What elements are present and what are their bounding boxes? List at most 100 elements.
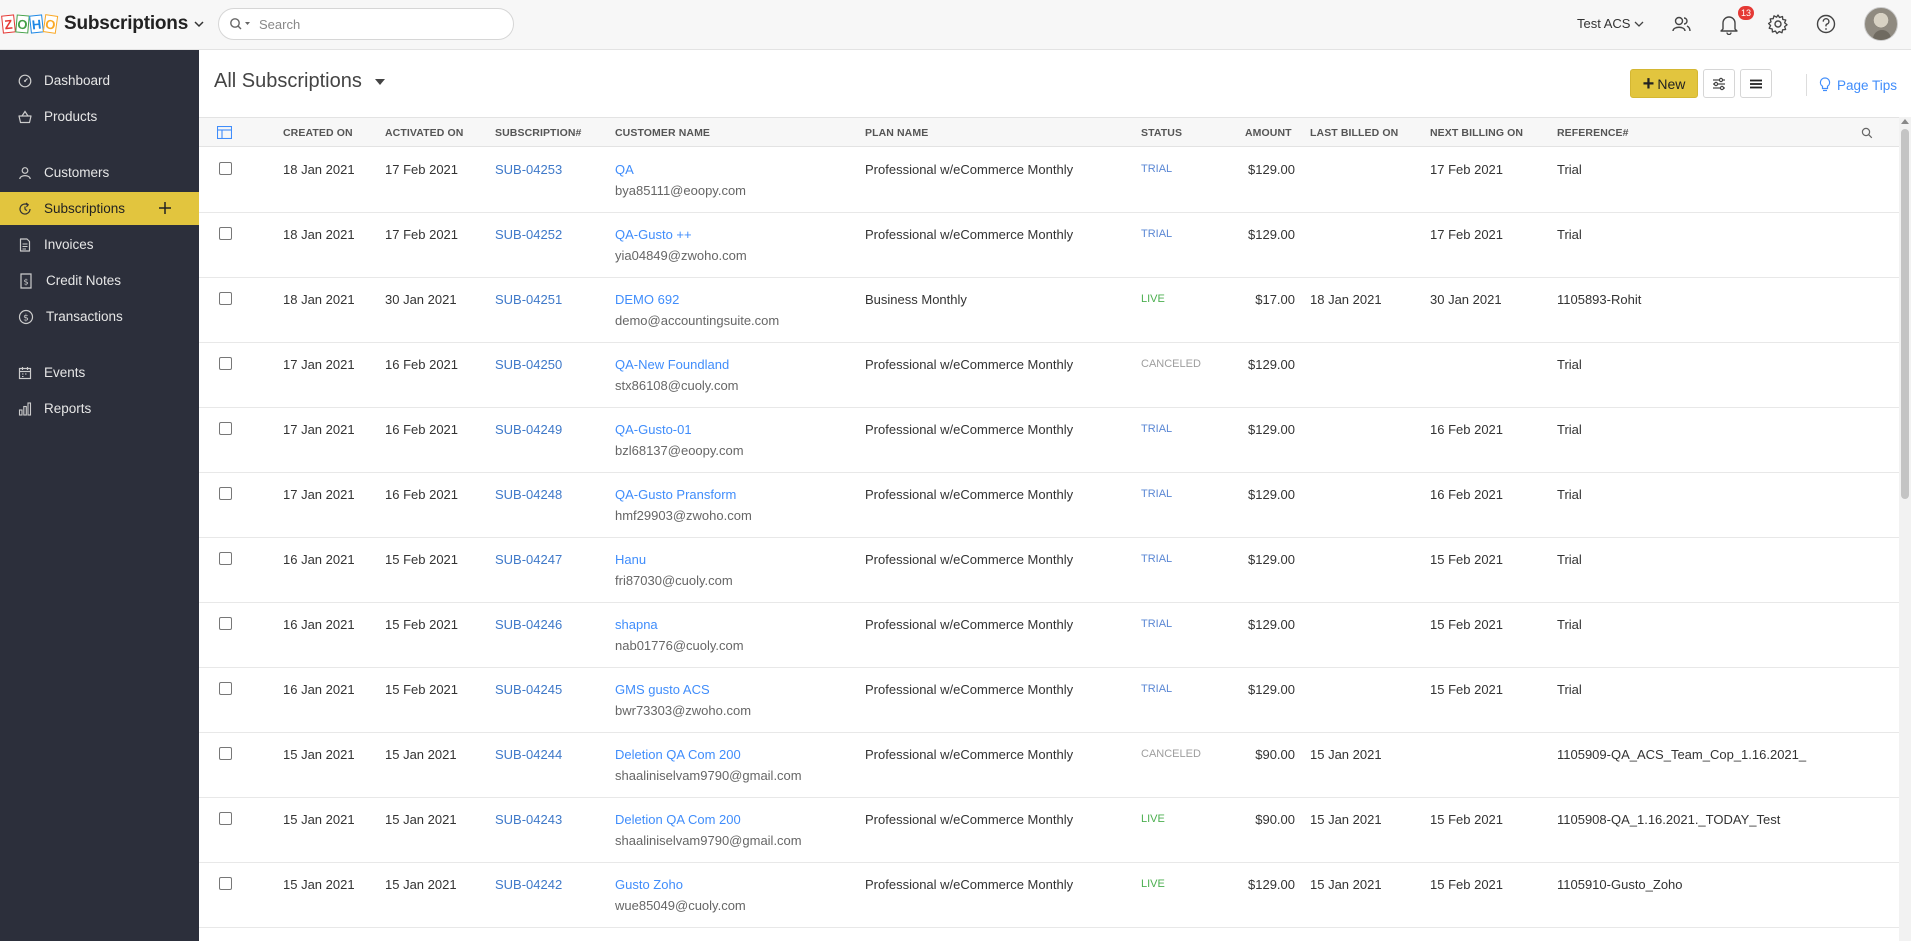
more-options-button[interactable] xyxy=(1740,69,1772,98)
table-row[interactable]: 18 Jan 2021 30 Jan 2021 SUB-04251 DEMO 692 d… xyxy=(199,278,1899,343)
sidebar-item-invoices[interactable]: Invoices xyxy=(0,228,199,261)
created-on: 17 Jan 2021 xyxy=(283,357,355,372)
users-icon[interactable] xyxy=(1670,13,1692,35)
calendar-icon xyxy=(18,366,32,379)
sidebar-item-label: Dashboard xyxy=(44,73,111,88)
row-checkbox[interactable] xyxy=(219,422,232,435)
last-billed-on: 15 Jan 2021 xyxy=(1310,747,1382,762)
column-subscription-number[interactable]: SUBSCRIPTION# xyxy=(495,127,581,139)
customer-name-link[interactable]: Deletion QA Com 200 xyxy=(615,747,741,762)
add-subscription-icon[interactable] xyxy=(157,200,173,216)
column-next-billing-on[interactable]: NEXT BILLING ON xyxy=(1430,127,1523,139)
table-row[interactable]: 18 Jan 2021 17 Feb 2021 SUB-04253 QA bya8511… xyxy=(199,148,1899,213)
column-activated-on[interactable]: ACTIVATED ON xyxy=(385,127,463,139)
row-checkbox[interactable] xyxy=(219,877,232,890)
sidebar-item-dashboard[interactable]: Dashboard xyxy=(0,64,199,97)
column-status[interactable]: STATUS xyxy=(1141,127,1182,139)
search-box[interactable] xyxy=(218,8,514,40)
view-switcher[interactable]: All Subscriptions xyxy=(214,70,386,93)
table-row[interactable]: 16 Jan 2021 15 Feb 2021 SUB-04246 shapna nab… xyxy=(199,603,1899,668)
amount: $90.00 xyxy=(1255,747,1295,762)
subscription-number-link[interactable]: SUB-04252 xyxy=(495,227,562,242)
subscription-number-link[interactable]: SUB-04244 xyxy=(495,747,562,762)
row-checkbox[interactable] xyxy=(219,357,232,370)
column-customer-name[interactable]: CUSTOMER NAME xyxy=(615,127,710,139)
sidebar-item-reports[interactable]: Reports xyxy=(0,392,199,425)
scrollbar[interactable] xyxy=(1899,117,1911,941)
scroll-up-arrow-icon[interactable] xyxy=(1901,119,1909,124)
subscription-number-link[interactable]: SUB-04242 xyxy=(495,877,562,892)
table-row[interactable]: 17 Jan 2021 16 Feb 2021 SUB-04250 QA-New Fo… xyxy=(199,343,1899,408)
subscription-number-link[interactable]: SUB-04246 xyxy=(495,617,562,632)
customer-name-link[interactable]: QA-Gusto Pransform xyxy=(615,487,736,502)
customer-name-link[interactable]: Gusto Zoho xyxy=(615,877,683,892)
customer-name-link[interactable]: shapna xyxy=(615,617,658,632)
customer-email: yia04849@zwoho.com xyxy=(615,248,747,263)
sidebar-item-events[interactable]: Events xyxy=(0,356,199,389)
table-row[interactable]: 16 Jan 2021 15 Feb 2021 SUB-04245 GMS gusto… xyxy=(199,668,1899,733)
row-checkbox[interactable] xyxy=(219,682,232,695)
subscription-number-link[interactable]: SUB-04248 xyxy=(495,487,562,502)
row-checkbox[interactable] xyxy=(219,162,232,175)
bell-icon[interactable] xyxy=(1718,13,1740,35)
app-switcher[interactable]: Z O H O Subscriptions xyxy=(1,12,204,36)
sidebar-item-transactions[interactable]: $ Transactions xyxy=(0,300,199,333)
table-row[interactable]: 15 Jan 2021 15 Jan 2021 SUB-04244 Deletion … xyxy=(199,733,1899,798)
row-checkbox[interactable] xyxy=(219,552,232,565)
search-icon[interactable] xyxy=(1861,127,1873,139)
page-tips-link[interactable]: Page Tips xyxy=(1806,74,1897,96)
avatar[interactable] xyxy=(1864,7,1898,41)
customer-name-link[interactable]: Deletion QA Com 200 xyxy=(615,812,741,827)
table-row[interactable]: 17 Jan 2021 16 Feb 2021 SUB-04249 QA-Gusto-… xyxy=(199,408,1899,473)
gear-icon[interactable] xyxy=(1767,13,1789,35)
table-row[interactable]: 17 Jan 2021 16 Feb 2021 SUB-04248 QA-Gusto … xyxy=(199,473,1899,538)
table-row[interactable]: 18 Jan 2021 17 Feb 2021 SUB-04252 QA-Gusto … xyxy=(199,213,1899,278)
table-row[interactable]: 15 Jan 2021 15 Jan 2021 SUB-04242 Gusto Zoh… xyxy=(199,863,1899,928)
sidebar-item-subscriptions[interactable]: Subscriptions xyxy=(0,192,199,225)
row-checkbox[interactable] xyxy=(219,617,232,630)
filter-button[interactable] xyxy=(1703,69,1735,98)
customer-email: bya85111@eoopy.com xyxy=(615,183,747,198)
customer-name-link[interactable]: GMS gusto ACS xyxy=(615,682,710,697)
subscription-number-link[interactable]: SUB-04249 xyxy=(495,422,562,437)
customer-name-link[interactable]: Hanu xyxy=(615,552,646,567)
created-on: 16 Jan 2021 xyxy=(283,552,355,567)
table-row[interactable]: 15 Jan 2021 15 Jan 2021 SUB-04243 Deletion … xyxy=(199,798,1899,863)
customer-name-link[interactable]: QA-Gusto ++ xyxy=(615,227,692,242)
column-last-billed-on[interactable]: LAST BILLED ON xyxy=(1310,127,1398,139)
column-plan-name[interactable]: PLAN NAME xyxy=(865,127,928,139)
plan-name: Professional w/eCommerce Monthly xyxy=(865,357,1074,372)
subscription-number-link[interactable]: SUB-04243 xyxy=(495,812,562,827)
column-reference[interactable]: REFERENCE# xyxy=(1557,127,1629,139)
row-checkbox[interactable] xyxy=(219,747,232,760)
row-checkbox[interactable] xyxy=(219,292,232,305)
subscription-number-link[interactable]: SUB-04251 xyxy=(495,292,562,307)
column-created-on[interactable]: CREATED ON xyxy=(283,127,353,139)
subscription-number-link[interactable]: SUB-04253 xyxy=(495,162,562,177)
new-button[interactable]: + New xyxy=(1630,69,1698,98)
subscription-number-link[interactable]: SUB-04250 xyxy=(495,357,562,372)
search-input[interactable] xyxy=(259,16,479,32)
row-checkbox[interactable] xyxy=(219,812,232,825)
customer-name-link[interactable]: QA-New Foundland xyxy=(615,357,729,372)
org-switcher[interactable]: Test ACS xyxy=(1577,16,1645,31)
sidebar-item-products[interactable]: Products xyxy=(0,100,199,133)
customer-name-link[interactable]: QA xyxy=(615,162,634,177)
search-icon[interactable] xyxy=(229,17,251,31)
column-chooser-icon[interactable] xyxy=(217,126,232,139)
scrollbar-thumb[interactable] xyxy=(1901,129,1909,499)
next-billing-on: 15 Feb 2021 xyxy=(1430,682,1504,697)
help-icon[interactable] xyxy=(1815,13,1837,35)
subscription-number-link[interactable]: SUB-04245 xyxy=(495,682,562,697)
customer-name-link[interactable]: QA-Gusto-01 xyxy=(615,422,692,437)
customer-name-link[interactable]: DEMO 692 xyxy=(615,292,679,307)
sidebar-item-credit-notes[interactable]: $ Credit Notes xyxy=(0,264,199,297)
table-row[interactable]: 16 Jan 2021 15 Feb 2021 SUB-04247 Hanu fri87… xyxy=(199,538,1899,603)
row-checkbox[interactable] xyxy=(219,227,232,240)
reference: Trial xyxy=(1557,162,1582,177)
row-checkbox[interactable] xyxy=(219,487,232,500)
sidebar-item-customers[interactable]: Customers xyxy=(0,156,199,189)
subscription-number-link[interactable]: SUB-04247 xyxy=(495,552,562,567)
column-amount[interactable]: AMOUNT xyxy=(1245,127,1292,139)
activated-on: 15 Feb 2021 xyxy=(385,617,459,632)
